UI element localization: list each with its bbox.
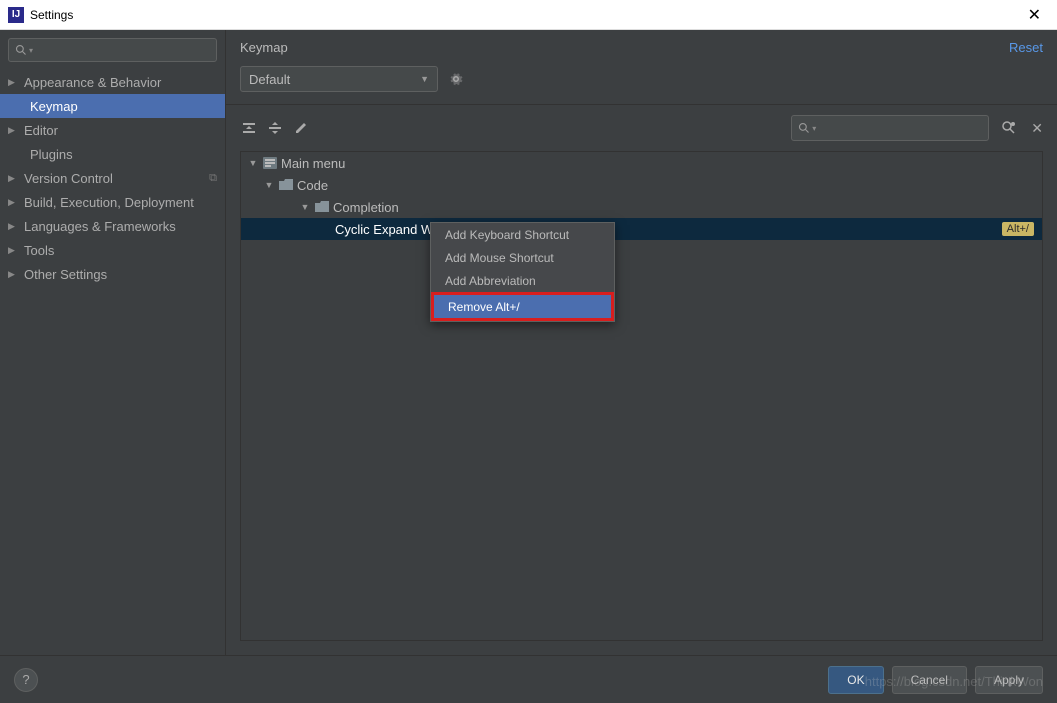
sidebar-item-keymap[interactable]: Keymap (0, 94, 225, 118)
close-icon[interactable]: ✕ (1020, 5, 1049, 25)
chevron-down-icon: ▼ (299, 202, 311, 212)
apply-button[interactable]: Apply (975, 666, 1043, 694)
sidebar-item-label: Plugins (30, 147, 217, 162)
chevron-down-icon: ▼ (420, 74, 429, 84)
footer: ? OK Cancel Apply (0, 655, 1057, 703)
tree-row-main-menu[interactable]: ▼ Main menu (241, 152, 1042, 174)
sidebar: ▾ ▶ Appearance & Behavior Keymap ▶ Edito… (0, 30, 226, 655)
chevron-right-icon: ▶ (8, 77, 20, 88)
sidebar-item-languages[interactable]: ▶ Languages & Frameworks (0, 214, 225, 238)
search-icon (15, 44, 27, 56)
sidebar-item-plugins[interactable]: Plugins (0, 142, 225, 166)
divider (226, 104, 1057, 105)
ctx-add-abbreviation[interactable]: Add Abbreviation (431, 269, 614, 292)
sidebar-item-other[interactable]: ▶ Other Settings (0, 262, 225, 286)
ctx-remove-shortcut[interactable]: Remove Alt+/ (434, 295, 611, 318)
chevron-right-icon: ▶ (8, 269, 20, 280)
shortcut-badge: Alt+/ (1002, 222, 1034, 236)
chevron-right-icon: ▶ (8, 197, 20, 208)
sidebar-item-label: Version Control (24, 171, 209, 186)
chevron-down-icon: ▾ (29, 46, 33, 55)
content-header: Keymap Reset (226, 30, 1057, 58)
tree-label: Main menu (281, 156, 1034, 171)
action-search-input[interactable]: ▾ (791, 115, 989, 141)
sidebar-search-input[interactable]: ▾ (8, 38, 217, 62)
keymap-select-value: Default (249, 72, 420, 87)
folder-icon (279, 179, 293, 191)
keymap-tree: ▼ Main menu ▼ Code ▼ Completion (240, 151, 1043, 641)
edit-icon[interactable] (292, 119, 310, 137)
titlebar: IJ Settings ✕ (0, 0, 1057, 30)
sidebar-item-editor[interactable]: ▶ Editor (0, 118, 225, 142)
sidebar-item-version-control[interactable]: ▶ Version Control ⧉ (0, 166, 225, 190)
chevron-right-icon: ▶ (8, 125, 20, 136)
sidebar-item-label: Appearance & Behavior (24, 75, 217, 90)
sidebar-item-appearance[interactable]: ▶ Appearance & Behavior (0, 70, 225, 94)
ok-button[interactable]: OK (828, 666, 883, 694)
tree-row-completion[interactable]: ▼ Completion (241, 196, 1042, 218)
app-icon: IJ (8, 7, 24, 23)
chevron-down-icon: ▼ (263, 180, 275, 190)
find-by-shortcut-icon[interactable] (1001, 120, 1017, 136)
clear-icon[interactable]: ✕ (1031, 120, 1043, 137)
search-icon (798, 122, 810, 134)
collapse-all-icon[interactable] (266, 119, 284, 137)
page-title: Keymap (240, 40, 1009, 55)
chevron-right-icon: ▶ (8, 245, 20, 256)
chevron-right-icon: ▶ (8, 221, 20, 232)
ctx-add-keyboard-shortcut[interactable]: Add Keyboard Shortcut (431, 223, 614, 246)
keymap-select[interactable]: Default ▼ (240, 66, 438, 92)
context-menu: Add Keyboard Shortcut Add Mouse Shortcut… (430, 222, 615, 322)
chevron-down-icon: ▾ (812, 124, 816, 133)
menu-icon (263, 157, 277, 169)
sidebar-item-tools[interactable]: ▶ Tools (0, 238, 225, 262)
project-scope-icon: ⧉ (209, 172, 217, 185)
sidebar-item-label: Editor (24, 123, 217, 138)
chevron-right-icon: ▶ (8, 173, 20, 184)
sidebar-item-label: Keymap (30, 99, 217, 114)
sidebar-nav: ▶ Appearance & Behavior Keymap ▶ Editor … (0, 70, 225, 655)
tree-row-cyclic-expand[interactable]: Cyclic Expand Word Alt+/ (241, 218, 1042, 240)
reset-link[interactable]: Reset (1009, 40, 1043, 55)
expand-all-icon[interactable] (240, 119, 258, 137)
sidebar-item-label: Build, Execution, Deployment (24, 195, 217, 210)
sidebar-item-build[interactable]: ▶ Build, Execution, Deployment (0, 190, 225, 214)
tree-label: Completion (333, 200, 1034, 215)
tree-row-code[interactable]: ▼ Code (241, 174, 1042, 196)
sidebar-item-label: Languages & Frameworks (24, 219, 217, 234)
ctx-add-mouse-shortcut[interactable]: Add Mouse Shortcut (431, 246, 614, 269)
cancel-button[interactable]: Cancel (892, 666, 967, 694)
chevron-down-icon: ▼ (247, 158, 259, 168)
gear-icon[interactable] (448, 71, 464, 87)
help-button[interactable]: ? (14, 668, 38, 692)
folder-icon (315, 201, 329, 213)
sidebar-item-label: Tools (24, 243, 217, 258)
window-title: Settings (30, 8, 1020, 22)
content-panel: Keymap Reset Default ▼ (226, 30, 1057, 655)
sidebar-item-label: Other Settings (24, 267, 217, 282)
tree-label: Code (297, 178, 1034, 193)
